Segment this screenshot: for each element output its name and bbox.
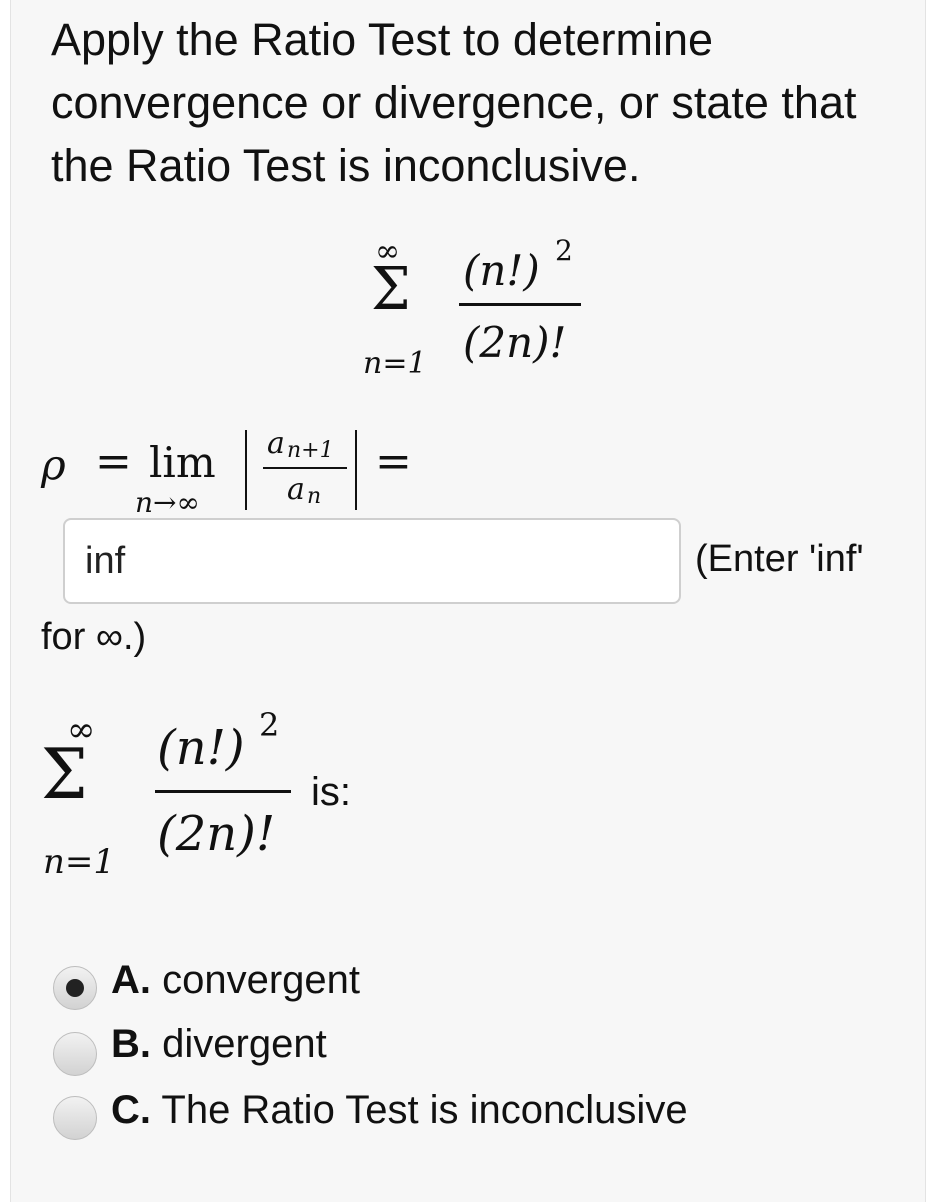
ratio-denominator-sub: n [307,484,322,509]
abs-bar-right [355,430,357,510]
series-numerator: (n!) [463,246,540,295]
input-hint-start: (Enter 'inf' [695,538,864,580]
input-hint-end: for ∞.) [41,616,147,658]
sum-lower-limit-2: n=1 [43,842,116,882]
option-b-letter: B. [111,1022,151,1066]
option-a-text: convergent [162,958,361,1002]
equals-sign: = [95,436,132,487]
option-a-letter: A. [111,958,151,1002]
rho-symbol: ρ [41,440,66,489]
ratio-denominator: a [287,472,305,507]
option-c-text: The Ratio Test is inconclusive [161,1088,688,1132]
conclusion-denominator: (2n)! [157,806,276,862]
option-c-label[interactable]: C. The Ratio Test is inconclusive [111,1088,688,1133]
ratio-fraction-bar [263,467,347,469]
lim-operator: lim [149,438,216,487]
abs-bar-left [245,430,247,510]
sum-lower-limit: n=1 [363,346,427,381]
option-c-letter: C. [111,1088,151,1132]
option-b-text: divergent [162,1022,327,1066]
option-c-radio[interactable] [53,1096,97,1140]
option-b-radio[interactable] [53,1032,97,1076]
rho-answer-input[interactable] [63,518,681,604]
series-numerator-exponent: 2 [555,234,573,267]
conclusion-suffix: is: [311,770,351,814]
conclusion-numerator-exponent: 2 [259,706,280,744]
series-fraction-bar [459,303,581,306]
option-a-label[interactable]: A. convergent [111,958,360,1003]
question-card: Apply the Ratio Test to determine conver… [10,0,926,1202]
radio-selected-dot [66,979,84,997]
series-denominator: (2n)! [463,318,567,367]
sigma-symbol-2: Σ [41,734,88,815]
ratio-numerator: a [267,426,285,461]
ratio-numerator-sub: n+1 [287,438,334,463]
conclusion-fraction-bar [155,790,291,793]
equals-sign-after: = [375,436,412,487]
lim-subscript: n→∞ [135,486,200,519]
conclusion-numerator: (n!) [157,720,245,776]
question-text: Apply the Ratio Test to determine conver… [51,14,857,191]
sigma-symbol: Σ [371,255,411,324]
option-a-radio[interactable] [53,966,97,1010]
option-b-label[interactable]: B. divergent [111,1022,327,1067]
